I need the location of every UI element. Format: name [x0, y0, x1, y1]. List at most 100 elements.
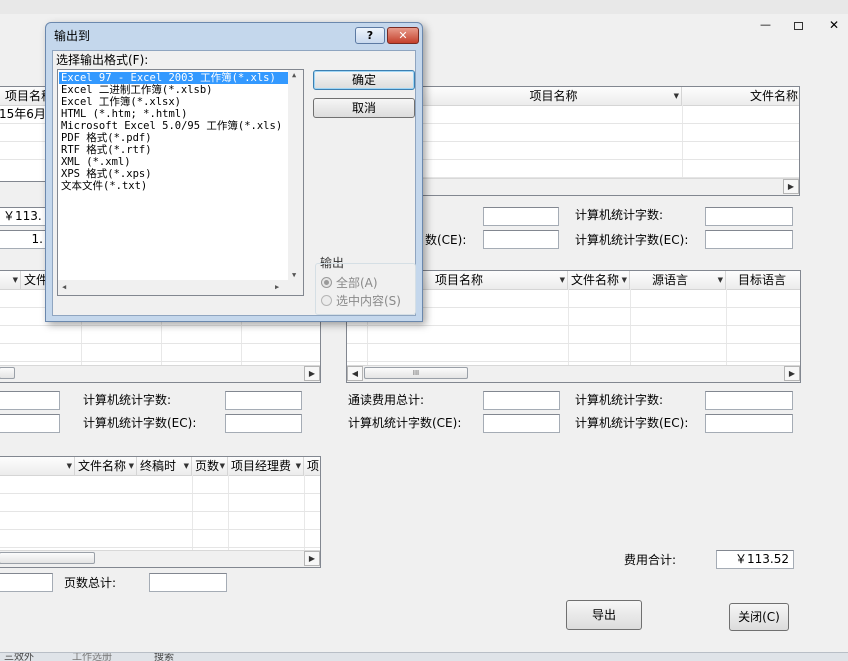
right-stat-field[interactable]: [705, 391, 793, 410]
dropdown-arrow-icon[interactable]: ▼: [184, 457, 189, 475]
dropdown-arrow-icon[interactable]: ▼: [220, 457, 225, 475]
column-header-source-lang[interactable]: 源语言 ▼: [630, 271, 726, 289]
close-button[interactable]: 关闭(C): [729, 603, 789, 631]
format-list[interactable]: Excel 97 - Excel 2003 工作簿(*.xls) Excel 二进…: [57, 69, 304, 296]
table-row[interactable]: [423, 159, 799, 178]
dropdown-arrow-icon[interactable]: ▼: [560, 271, 565, 289]
stat-ce-field[interactable]: [483, 230, 559, 249]
column-header-project[interactable]: 项目名称: [0, 87, 47, 105]
close-icon: ✕: [398, 29, 408, 42]
table-row[interactable]: [347, 343, 800, 362]
dropdown-arrow-icon[interactable]: ▼: [13, 271, 18, 289]
stat-field-1[interactable]: [483, 207, 559, 226]
left-stat-ec-field[interactable]: [225, 414, 302, 433]
bottom-left-field[interactable]: [0, 573, 53, 592]
format-list-item[interactable]: HTML (*.htm; *.html): [61, 108, 187, 120]
format-list-item[interactable]: Excel 二进制工作簿(*.xlsb): [61, 84, 213, 96]
dropdown-arrow-icon[interactable]: ▼: [674, 87, 679, 105]
table-row[interactable]: [423, 141, 799, 160]
close-icon[interactable]: ✕: [829, 18, 839, 32]
left-stat-field[interactable]: [225, 391, 302, 410]
horizontal-scrollbar[interactable]: ▶: [0, 365, 320, 382]
column-header-pages[interactable]: 页数 ▼: [192, 457, 228, 475]
dropdown-arrow-icon[interactable]: ▼: [296, 457, 301, 475]
cancel-button[interactable]: 取消: [313, 98, 415, 118]
scroll-right-icon[interactable]: ▶: [304, 551, 320, 566]
fee-total-field[interactable]: ￥113.52: [716, 550, 794, 569]
column-header-project-partial[interactable]: 项: [304, 457, 320, 475]
column-header-file-name[interactable]: 文件名称: [682, 87, 799, 105]
left-field-b[interactable]: [0, 414, 60, 433]
scroll-right-icon[interactable]: ▶: [783, 179, 799, 194]
format-list-item[interactable]: XML (*.xml): [61, 156, 131, 168]
bottom-grid[interactable]: ▼ 文件名称 ▼ 终稿时 ▼ 页数 ▼ 项目经理费 ▼ 项 ▶: [0, 456, 321, 568]
dialog-close-button[interactable]: ✕: [387, 27, 419, 44]
vertical-scrollbar[interactable]: ▲ ▼: [288, 70, 303, 280]
horizontal-scrollbar[interactable]: ▶: [423, 178, 799, 195]
column-header-pm-fee[interactable]: 项目经理费 ▼: [228, 457, 304, 475]
column-header-file-name[interactable]: 文件名称 ▼: [568, 271, 630, 289]
scroll-right-icon[interactable]: ▶: [275, 283, 279, 291]
table-row[interactable]: [0, 511, 320, 530]
scroll-right-icon[interactable]: ▶: [784, 366, 800, 381]
ok-button[interactable]: 确定: [313, 70, 415, 90]
table-row[interactable]: [0, 325, 320, 344]
table-row[interactable]: [0, 529, 320, 548]
table-row[interactable]: 15年6月—: [0, 105, 47, 124]
count-field[interactable]: 1.: [0, 230, 48, 249]
top-left-grid[interactable]: 项目名称 15年6月—: [0, 86, 48, 182]
dropdown-arrow-icon[interactable]: ▼: [129, 457, 134, 475]
scroll-right-icon[interactable]: ▶: [304, 366, 320, 381]
help-icon: ?: [366, 29, 374, 42]
dropdown-arrow-icon[interactable]: ▼: [622, 271, 627, 289]
format-list-item[interactable]: XPS 格式(*.xps): [61, 168, 152, 180]
table-row[interactable]: [0, 141, 47, 160]
table-row[interactable]: [0, 343, 320, 362]
pages-total-field[interactable]: [149, 573, 227, 592]
stat-label: 计算机统计字数:: [575, 208, 664, 222]
horizontal-scrollbar[interactable]: ◀ III ▶: [347, 365, 800, 382]
table-row[interactable]: [0, 493, 320, 512]
stat-ec-field[interactable]: [705, 230, 793, 249]
table-row[interactable]: [423, 123, 799, 142]
horizontal-scrollbar[interactable]: ▶: [0, 550, 320, 567]
scroll-thumb[interactable]: III: [364, 367, 468, 379]
scroll-down-icon[interactable]: ▼: [292, 271, 296, 279]
format-list-item[interactable]: Microsoft Excel 5.0/95 工作簿(*.xls): [61, 120, 282, 132]
right-total-field[interactable]: [483, 391, 560, 410]
format-list-item[interactable]: PDF 格式(*.pdf): [61, 132, 152, 144]
stat-field-2[interactable]: [705, 207, 793, 226]
dropdown-arrow-icon[interactable]: ▼: [718, 271, 723, 289]
right-stat-ec-label: 计算机统计字数(EC):: [575, 416, 689, 430]
column-header-final-time[interactable]: 终稿时 ▼: [137, 457, 192, 475]
column-header-project-name[interactable]: 项目名称 ▼: [423, 87, 682, 105]
format-list-item[interactable]: 文本文件(*.txt): [61, 180, 147, 192]
export-button[interactable]: 导出: [566, 600, 642, 630]
format-list-item[interactable]: Excel 工作簿(*.xlsx): [61, 96, 181, 108]
horizontal-scrollbar[interactable]: ◀ ▶: [58, 280, 303, 295]
scroll-left-icon[interactable]: ◀: [347, 366, 363, 381]
column-header-partial[interactable]: ▼: [0, 457, 75, 475]
scroll-thumb[interactable]: [0, 367, 15, 379]
help-button[interactable]: ?: [355, 27, 385, 44]
scroll-thumb[interactable]: [0, 552, 95, 564]
table-row[interactable]: [347, 325, 800, 344]
table-row[interactable]: [0, 475, 320, 494]
column-header-target-lang[interactable]: 目标语言: [726, 271, 800, 289]
scroll-left-icon[interactable]: ◀: [62, 283, 66, 291]
table-row[interactable]: [0, 123, 47, 142]
format-list-item[interactable]: RTF 格式(*.rtf): [61, 144, 152, 156]
scroll-up-icon[interactable]: ▲: [292, 71, 296, 79]
amount-field[interactable]: ￥113.: [0, 207, 48, 226]
right-stat-ce-field[interactable]: [483, 414, 560, 433]
column-header-file-name[interactable]: 文件名称 ▼: [75, 457, 137, 475]
left-field-a[interactable]: [0, 391, 60, 410]
minimize-icon[interactable]: —: [760, 18, 771, 31]
dropdown-arrow-icon[interactable]: ▼: [67, 457, 72, 475]
restore-icon[interactable]: [794, 22, 803, 30]
top-right-grid[interactable]: 项目名称 ▼ 文件名称 ▶: [422, 86, 800, 196]
format-list-item[interactable]: Excel 97 - Excel 2003 工作簿(*.xls): [61, 72, 276, 84]
table-row[interactable]: [423, 105, 799, 124]
right-stat-ec-field[interactable]: [705, 414, 793, 433]
column-header-partial[interactable]: ▼: [0, 271, 21, 289]
